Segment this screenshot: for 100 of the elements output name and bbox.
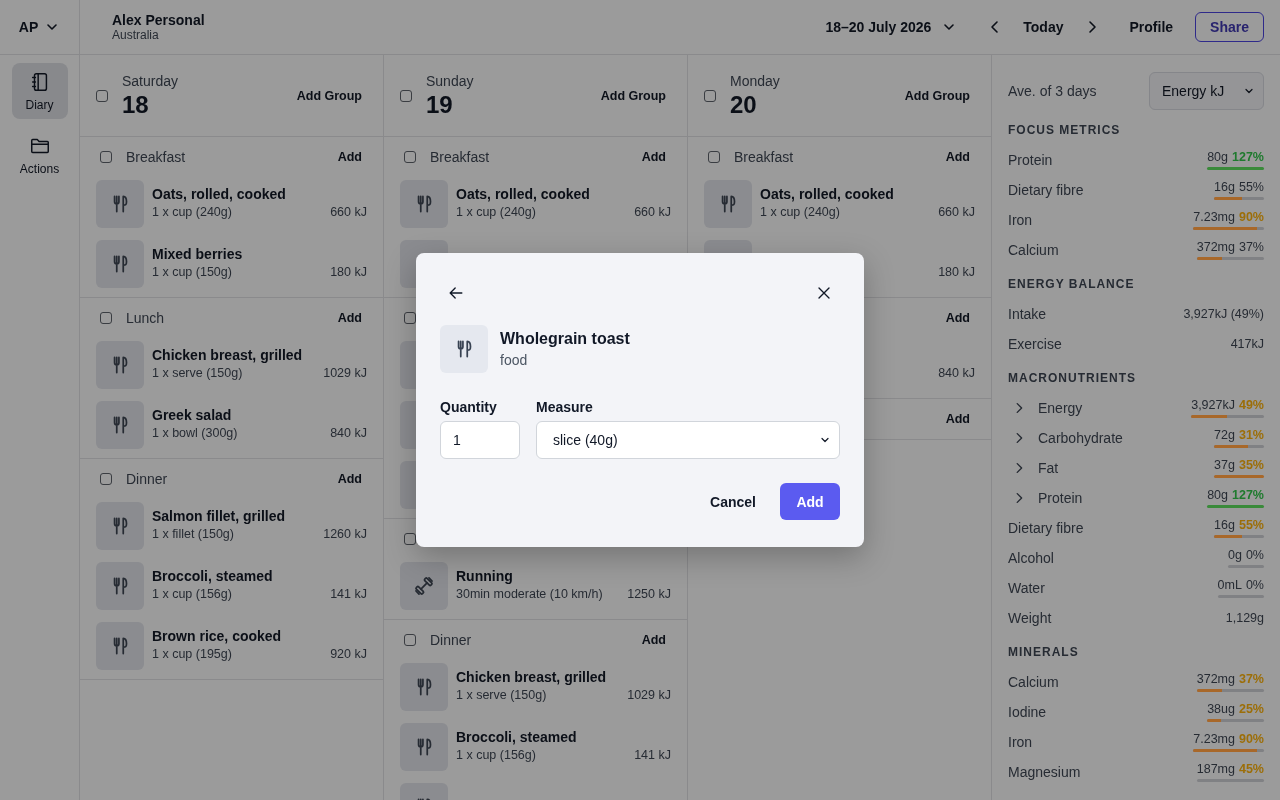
entry-serving: 1 x serve (150g) bbox=[456, 688, 547, 702]
checkbox[interactable] bbox=[100, 473, 112, 485]
metric-label: Water bbox=[1008, 580, 1045, 596]
entry-name: Greek salad bbox=[152, 407, 233, 425]
nav-item[interactable]: Diary bbox=[11, 63, 68, 119]
metric-label: Calcium bbox=[1008, 242, 1059, 258]
add-button[interactable]: Add bbox=[337, 472, 362, 486]
entry-serving: 1 x bowl (300g) bbox=[152, 426, 238, 440]
entry-name: Oats, rolled, cooked bbox=[456, 186, 591, 204]
checkbox[interactable] bbox=[404, 634, 416, 646]
today-button[interactable]: Today bbox=[1023, 19, 1064, 35]
checkbox[interactable] bbox=[404, 151, 416, 163]
meal-title: Breakfast bbox=[126, 149, 186, 165]
metric-value: 187mg bbox=[1196, 762, 1235, 776]
entry-serving: 1 x cup (156g) bbox=[456, 748, 536, 762]
food-title: Wholegrain toast bbox=[500, 330, 630, 348]
metric-label: Iron bbox=[1008, 734, 1033, 750]
checkbox[interactable] bbox=[400, 89, 412, 102]
add-button[interactable]: Add bbox=[945, 412, 970, 426]
checkbox[interactable] bbox=[404, 533, 416, 545]
entry-energy: 840 kJ bbox=[938, 366, 975, 380]
entry-name: Oats, rolled, cooked bbox=[152, 186, 287, 204]
date-range-picker[interactable]: 18–20 July 2026 bbox=[825, 19, 958, 35]
metric-percent: 0% bbox=[1245, 548, 1264, 562]
profile-name: Alex Personal bbox=[112, 12, 205, 28]
metric-label: Calcium bbox=[1008, 674, 1059, 690]
metric-value: 0g bbox=[1228, 548, 1242, 562]
entry-energy: 1029 kJ bbox=[627, 688, 671, 702]
cancel-button[interactable]: Cancel bbox=[710, 493, 756, 510]
average-label: Ave. of 3 days bbox=[1008, 83, 1097, 99]
metric-value: 3,927kJ bbox=[1191, 398, 1235, 412]
meal-title: Breakfast bbox=[430, 149, 490, 165]
add-button[interactable]: Add bbox=[337, 150, 362, 164]
metric-label: Protein bbox=[1008, 152, 1053, 168]
add-group-button[interactable]: Add Group bbox=[296, 88, 362, 103]
metric-label: Dietary fibre bbox=[1008, 182, 1084, 198]
checkbox[interactable] bbox=[96, 89, 108, 102]
add-button[interactable]: Add bbox=[780, 483, 840, 520]
metric-percent: 55% bbox=[1238, 518, 1264, 532]
dumbbell-icon bbox=[400, 562, 448, 610]
metric-percent: 55% bbox=[1238, 180, 1264, 194]
metric-percent: 127% bbox=[1232, 150, 1264, 164]
entry-serving: 1 x serve (150g) bbox=[152, 366, 243, 380]
metric-value: 1,129g bbox=[1225, 611, 1264, 625]
add-button[interactable]: Add bbox=[641, 150, 666, 164]
metric-value: 80g bbox=[1207, 488, 1228, 502]
account-switcher[interactable]: AP bbox=[0, 0, 80, 55]
add-group-button[interactable]: Add Group bbox=[600, 88, 666, 103]
add-button[interactable]: Add bbox=[945, 150, 970, 164]
entry-energy: 1260 kJ bbox=[323, 527, 367, 541]
meal-title: Lunch bbox=[126, 310, 165, 326]
metric-select[interactable]: Energy kJ bbox=[1149, 72, 1264, 110]
day-number: 18 bbox=[122, 90, 150, 119]
day-number: 20 bbox=[730, 90, 758, 119]
metric-percent: 25% bbox=[1238, 702, 1264, 716]
entry-name: Salmon fillet, grilled bbox=[152, 508, 287, 526]
entry-serving: 1 x cup (240g) bbox=[152, 205, 232, 219]
checkbox[interactable] bbox=[404, 312, 416, 324]
measure-select[interactable]: slice (40g) bbox=[536, 421, 840, 459]
checkbox[interactable] bbox=[708, 151, 720, 163]
share-button[interactable]: Share bbox=[1195, 12, 1264, 42]
metric-value: 7.23mg bbox=[1193, 210, 1235, 224]
quantity-field[interactable]: 1 bbox=[440, 421, 520, 459]
metric-value: 0mL bbox=[1217, 578, 1242, 592]
entry-serving: 1 x cup (150g) bbox=[152, 265, 232, 279]
add-button[interactable]: Add bbox=[337, 311, 362, 325]
entry-energy: 1029 kJ bbox=[323, 366, 367, 380]
metric-label: Alcohol bbox=[1008, 550, 1054, 566]
metric-percent: 45% bbox=[1238, 762, 1264, 776]
checkbox[interactable] bbox=[100, 312, 112, 324]
meal-title: Dinner bbox=[430, 632, 472, 648]
metric-percent: 37% bbox=[1238, 672, 1264, 686]
weekday-label: Saturday bbox=[122, 72, 179, 89]
metric-label: Weight bbox=[1008, 610, 1052, 626]
metric-label: Intake bbox=[1008, 306, 1047, 322]
metric-value: 372mg bbox=[1196, 240, 1235, 254]
profile-button[interactable]: Profile bbox=[1129, 19, 1174, 35]
add-button[interactable]: Add bbox=[945, 311, 970, 325]
metric-percent: 90% bbox=[1238, 210, 1264, 224]
metric-label: Dietary fibre bbox=[1008, 520, 1084, 536]
checkbox[interactable] bbox=[100, 151, 112, 163]
entry-energy: 180 kJ bbox=[330, 265, 367, 279]
metric-percent: 49% bbox=[1238, 398, 1264, 412]
nav-item[interactable]: Actions bbox=[11, 127, 68, 183]
entry-energy: 180 kJ bbox=[938, 265, 975, 279]
checkbox[interactable] bbox=[704, 89, 716, 102]
add-group-button[interactable]: Add Group bbox=[904, 88, 970, 103]
meal-title: Breakfast bbox=[734, 149, 794, 165]
section-heading: MINERALS bbox=[1008, 645, 1080, 659]
field-label: Quantity bbox=[440, 399, 498, 415]
metric-percent: 0% bbox=[1245, 578, 1264, 592]
meal-title: Dinner bbox=[126, 471, 168, 487]
metric-value: 16g bbox=[1214, 518, 1235, 532]
entry-name: Brown rice, cooked bbox=[152, 628, 283, 646]
entry-name: Chicken breast, grilled bbox=[152, 347, 304, 365]
metric-value: 38ug bbox=[1207, 702, 1235, 716]
entry-energy: 141 kJ bbox=[634, 748, 671, 762]
add-button[interactable]: Add bbox=[641, 633, 666, 647]
entry-serving: 30min moderate (10 km/h) bbox=[456, 587, 603, 601]
metric-label: Protein bbox=[1038, 490, 1083, 506]
